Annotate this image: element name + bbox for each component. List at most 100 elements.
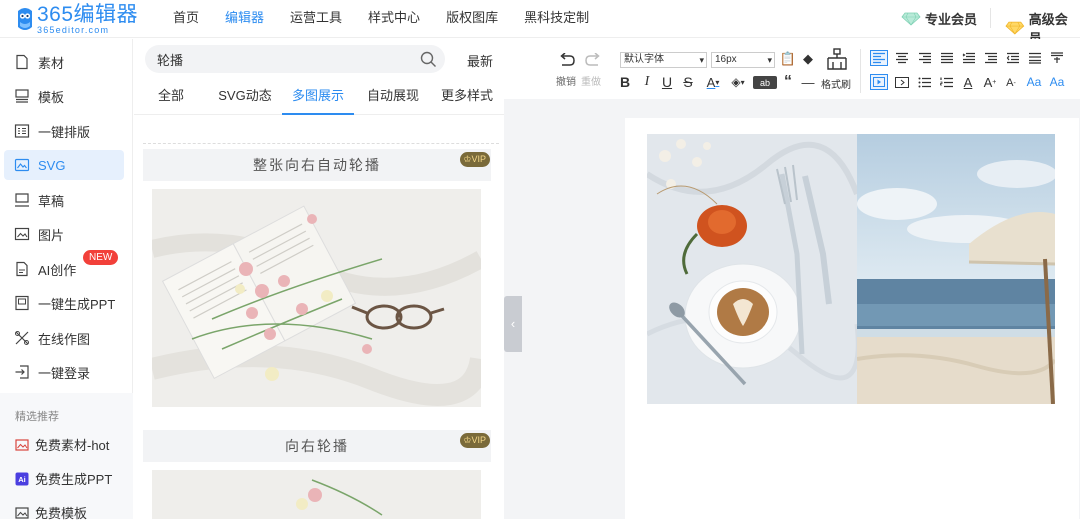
nav-home[interactable]: 首页	[173, 0, 199, 38]
search-icon[interactable]	[420, 51, 437, 68]
owl-logo-icon	[18, 8, 32, 30]
italic-button[interactable]: I	[641, 74, 653, 90]
tab-multi-image[interactable]: 多图展示	[282, 81, 354, 115]
redo-icon[interactable]	[584, 53, 602, 67]
format-painter-icon[interactable]	[826, 48, 848, 70]
sidebar-item-ai[interactable]: AI创作 NEW	[4, 250, 124, 284]
pro-member-label: 专业会员	[925, 12, 978, 27]
search-input[interactable]: 轮播	[145, 45, 445, 73]
sidebar-item-svg[interactable]: SVG	[4, 150, 124, 180]
tab-more-styles[interactable]: 更多样式	[436, 81, 498, 115]
recommend-label: 免费模板	[35, 506, 88, 521]
card-title-bar: 向右轮播 ♔VIP	[143, 430, 491, 462]
vip-label: VIP	[471, 435, 486, 445]
card-title: 整张向右自动轮播	[253, 157, 381, 173]
sidebar-item-login[interactable]: 一键登录	[4, 357, 124, 387]
highlight-color-button[interactable]: ◈ ▾	[728, 74, 748, 90]
sidebar-item-label: 草稿	[38, 193, 65, 209]
paragraph-before-icon[interactable]	[1028, 52, 1042, 64]
nav-custom-tech[interactable]: 黑科技定制	[524, 0, 589, 38]
line-height-icon[interactable]	[984, 52, 998, 64]
sidebar-item-template[interactable]: 模板	[4, 81, 124, 111]
align-center-icon[interactable]	[895, 52, 909, 64]
search-value: 轮播	[157, 52, 184, 68]
sort-latest-button[interactable]: 最新	[467, 51, 493, 70]
card-title: 向右轮播	[285, 438, 349, 454]
strikethrough-button[interactable]: S	[682, 74, 694, 90]
indent-icon[interactable]	[962, 52, 976, 64]
pro-member-button[interactable]: 专业会员	[901, 9, 977, 28]
image-frame-icon[interactable]	[895, 77, 909, 88]
tab-svg-animation[interactable]: SVG动态	[212, 81, 278, 115]
undo-icon[interactable]	[558, 53, 576, 67]
undo-label[interactable]: 撤销	[556, 73, 576, 88]
style-card[interactable]: 整张向右自动轮播 ♔VIP	[143, 149, 491, 411]
top-bar: 365编辑器 365editor.com 首页 编辑器 运营工具 样式中心 版权…	[0, 0, 1080, 46]
nav-editor[interactable]: 编辑器	[225, 0, 264, 38]
diamond-icon	[901, 12, 921, 26]
sidebar: 素材 模板 一键排版 SVG 草稿 图片 AI创作 NEW 一键生成PPT 在线…	[0, 39, 133, 522]
sidebar-item-image[interactable]: 图片	[4, 219, 124, 249]
lowercase-button[interactable]: Aa	[1048, 74, 1066, 90]
font-size-select[interactable]: 16px	[711, 52, 775, 68]
nav-copyright-gallery[interactable]: 版权图库	[446, 0, 498, 38]
quote-button[interactable]: “	[781, 73, 795, 90]
editor-canvas[interactable]	[625, 118, 1079, 519]
logo-subtitle: 365editor.com	[37, 24, 110, 35]
font-size-value: 16px	[715, 54, 737, 65]
sidebar-item-label: 一键登录	[38, 365, 91, 381]
diamond-icon	[1005, 21, 1025, 35]
horizontal-rule-button[interactable]: —	[801, 74, 815, 90]
align-right-icon[interactable]	[918, 52, 932, 64]
decrease-font-button[interactable]: A-	[1004, 75, 1018, 91]
section-title: 精选推荐	[15, 411, 59, 423]
sidebar-item-ppt[interactable]: 一键生成PPT	[4, 288, 124, 318]
editor-toolbar: 撤销 重做 默认字体 16px 📋 ◆ 格式刷 B I U S A▾ ◈▾ ab…	[504, 39, 1080, 99]
justify-icon[interactable]	[940, 52, 954, 64]
sidebar-item-label: 模板	[38, 89, 65, 105]
align-left-icon	[873, 52, 885, 64]
ordered-list-icon[interactable]	[940, 77, 954, 88]
logo[interactable]: 365编辑器 365editor.com	[16, 3, 138, 35]
recommend-label: 免费生成PPT	[35, 472, 113, 487]
card-title-bar: 整张向右自动轮播 ♔VIP	[143, 149, 491, 181]
vip-badge: ♔VIP	[460, 152, 490, 167]
paste-icon[interactable]: 📋	[780, 51, 796, 67]
draft-icon	[15, 193, 29, 207]
sidebar-item-material[interactable]: 素材	[4, 47, 124, 77]
recommend-free-template[interactable]: 免费模板	[15, 503, 87, 522]
nav-style-center[interactable]: 样式中心	[368, 0, 420, 38]
sidebar-item-label: AI创作	[38, 262, 77, 278]
sidebar-item-layout[interactable]: 一键排版	[4, 116, 124, 146]
increase-font-button[interactable]: A +	[983, 74, 997, 90]
style-card[interactable]: 向右轮播 ♔VIP	[143, 430, 491, 519]
underline-button[interactable]: U	[661, 74, 673, 90]
collapse-panel-button[interactable]: ‹	[504, 296, 522, 352]
sidebar-item-draft[interactable]: 草稿	[4, 185, 124, 215]
eraser-icon[interactable]: ◆	[800, 51, 816, 67]
bold-button[interactable]: B	[619, 74, 631, 90]
uppercase-button[interactable]: Aa	[1025, 74, 1043, 90]
style-panel: 轮播 最新 全部 SVG动态 多图展示 自动展现 更多样式 整张向右自动轮播 ♔…	[134, 39, 504, 519]
login-icon	[15, 365, 29, 379]
tab-auto-display[interactable]: 自动展现	[362, 81, 424, 115]
sidebar-item-drawing[interactable]: 在线作图	[4, 323, 124, 353]
recommend-free-ppt[interactable]: Ai 免费生成PPT	[15, 469, 112, 488]
coffee-cutlery-photo	[647, 134, 857, 404]
background-block-button[interactable]: ab	[753, 76, 777, 89]
unordered-list-icon[interactable]	[918, 77, 932, 88]
recommend-free-material[interactable]: 免费素材-hot	[15, 435, 109, 454]
svg-text:Ai: Ai	[18, 475, 26, 484]
outdent-icon[interactable]	[1006, 52, 1020, 64]
font-underline-a-button[interactable]: A	[961, 74, 975, 90]
format-painter-label[interactable]: 格式刷	[821, 76, 851, 91]
free-material-icon	[15, 438, 29, 451]
tab-all[interactable]: 全部	[148, 81, 194, 115]
font-color-button[interactable]: A ▾	[704, 74, 722, 90]
paragraph-after-icon[interactable]	[1050, 52, 1064, 64]
nav-operation-tools[interactable]: 运营工具	[290, 0, 342, 38]
template-icon	[15, 89, 29, 103]
font-family-select[interactable]: 默认字体	[620, 52, 707, 68]
sidebar-item-label: 一键生成PPT	[38, 296, 116, 312]
redo-label[interactable]: 重做	[581, 73, 601, 88]
